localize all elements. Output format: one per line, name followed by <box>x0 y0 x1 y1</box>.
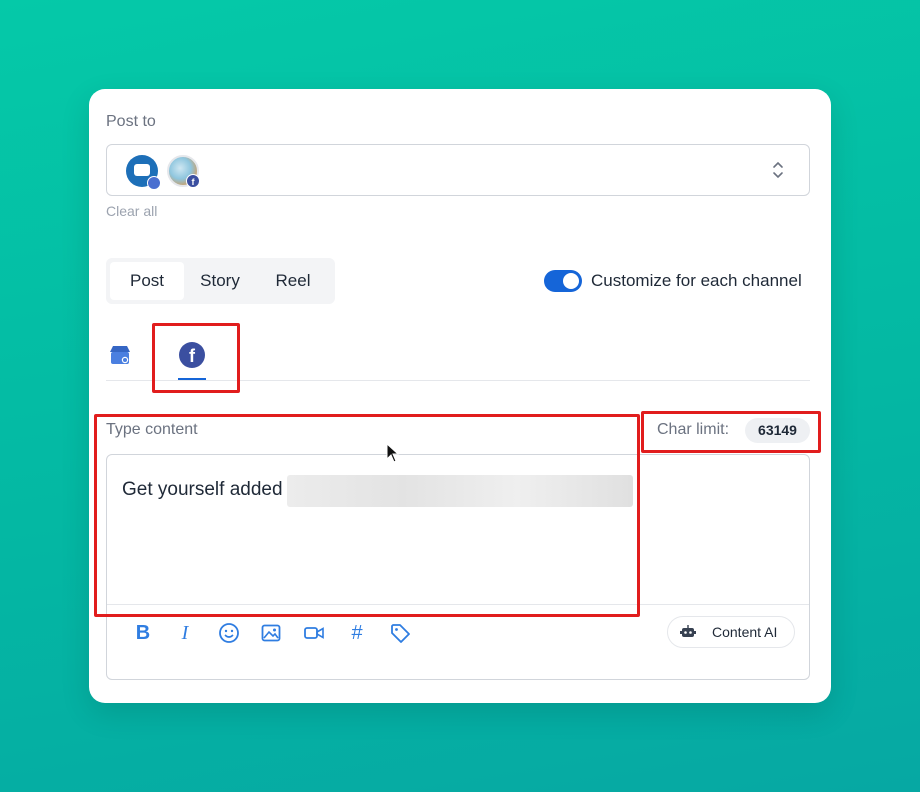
customize-label: Customize for each channel <box>591 271 802 290</box>
chevron-up-down-icon[interactable] <box>771 158 785 182</box>
mouse-cursor-icon <box>386 443 400 463</box>
highlight-facebook-tab <box>152 323 240 393</box>
robot-icon <box>680 625 696 637</box>
toggle-knob <box>563 273 579 289</box>
highlight-char-limit <box>641 411 821 453</box>
facebook-badge-icon: f <box>186 174 200 188</box>
clear-all-link[interactable]: Clear all <box>106 203 157 219</box>
emoji-icon[interactable] <box>218 622 240 644</box>
content-ai-label: Content AI <box>712 624 778 640</box>
italic-icon[interactable]: I <box>174 622 196 644</box>
facebook-page-avatar: f <box>167 155 200 188</box>
channel-select[interactable]: f <box>106 144 810 196</box>
bold-icon[interactable]: B <box>132 622 154 644</box>
highlight-type-content <box>94 414 640 617</box>
hashtag-icon[interactable]: # <box>346 622 368 644</box>
google-business-icon[interactable] <box>109 345 131 365</box>
google-badge-icon <box>147 176 161 190</box>
image-icon[interactable] <box>260 622 282 644</box>
post-to-label: Post to <box>106 113 156 130</box>
video-icon[interactable] <box>303 622 325 644</box>
google-business-avatar <box>126 155 161 190</box>
post-type-tabs: Post Story Reel <box>106 258 335 304</box>
tag-icon[interactable] <box>389 622 411 644</box>
tab-post[interactable]: Post <box>110 262 184 300</box>
content-ai-button[interactable]: Content AI <box>667 616 795 648</box>
tab-reel[interactable]: Reel <box>256 262 330 300</box>
customize-toggle[interactable] <box>544 270 582 292</box>
tab-story[interactable]: Story <box>188 262 252 300</box>
